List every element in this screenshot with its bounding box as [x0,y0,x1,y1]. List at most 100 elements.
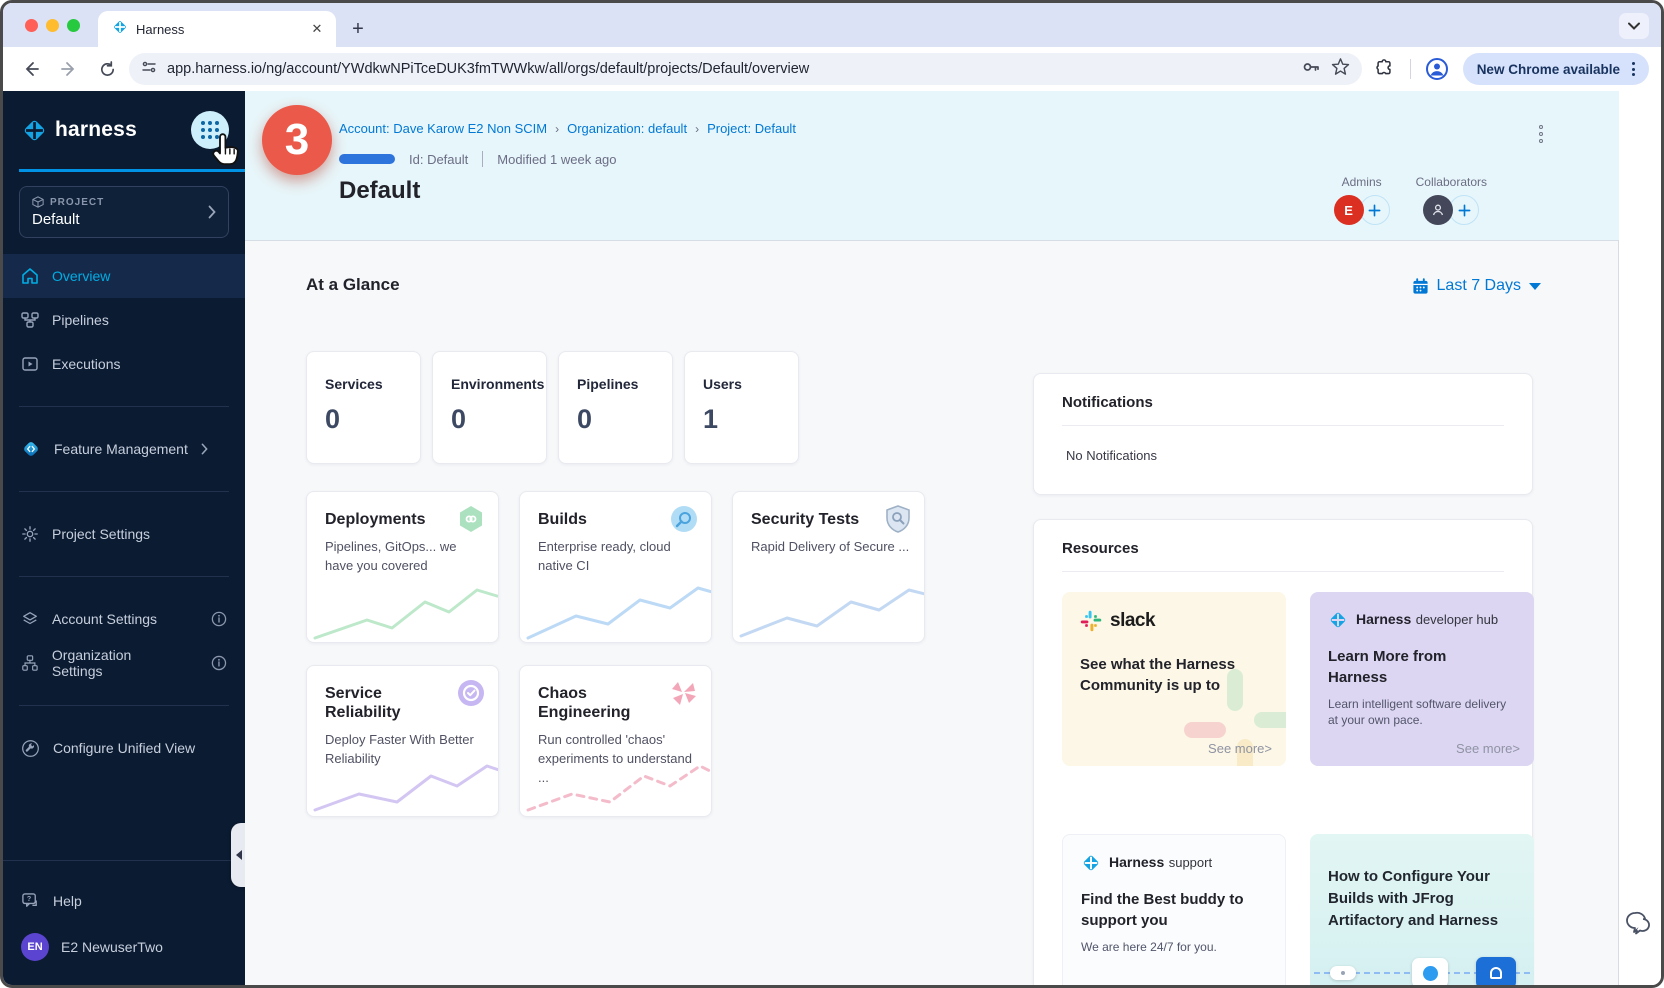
project-color-bar [339,154,395,164]
sidebar: harness PROJECT Default Overview [3,91,245,985]
module-card-service-reliability[interactable]: Service Reliability Deploy Faster With B… [306,665,499,817]
collaborator-avatar[interactable] [1423,195,1453,225]
url-text[interactable]: app.harness.io/ng/account/YWdkwNPiTceDUK… [167,61,1291,77]
notifications-title: Notifications [1034,374,1532,425]
page-header: Account: Dave Karow E2 Non SCIM › Organi… [245,91,1619,241]
sidebar-item-pipelines[interactable]: Pipelines [3,298,245,342]
sidebar-item-label: Configure Unified View [53,740,195,756]
sidebar-item-configure-unified-view[interactable]: Configure Unified View [3,726,245,770]
resource-card-developer-hub[interactable]: Harness developer hub Learn More from Ha… [1310,592,1534,766]
breadcrumb-project-link[interactable]: Project: Default [707,121,796,136]
module-title: Service Reliability [325,684,455,722]
see-more-link[interactable]: See more> [1456,741,1520,756]
sidebar-item-organization-settings[interactable]: Organization Settings [3,641,245,685]
page-options-kebab-icon[interactable] [1535,121,1547,147]
admin-avatar[interactable]: E [1334,195,1364,225]
zoom-window-button[interactable] [67,19,80,32]
site-info-icon[interactable] [141,59,157,80]
svg-text:?: ? [27,895,31,903]
chevron-right-icon [201,443,208,455]
chaos-engineering-icon [669,678,699,713]
deployments-route-graphic [307,572,499,642]
sidebar-footer: ? Help EN E2 NewuserTwo [3,860,245,985]
tab-title: Harness [136,22,300,37]
sidebar-divider [19,576,229,577]
sidebar-item-label: Pipelines [52,312,109,328]
password-key-icon[interactable] [1301,57,1321,82]
extensions-icon[interactable] [1368,53,1400,85]
resource-card-jfrog[interactable]: How to Configure Your Builds with JFrog … [1310,834,1534,985]
stat-label: Users [703,376,780,392]
profile-icon[interactable] [1421,53,1453,85]
slack-wordmark: slack [1110,610,1155,632]
new-chrome-available-button[interactable]: New Chrome available [1463,53,1649,85]
chrome-menu-icon[interactable] [1626,58,1641,80]
add-collaborator-button[interactable] [1449,195,1479,225]
collaborators-label: Collaborators [1416,175,1487,189]
stat-label: Pipelines [577,376,654,392]
resources-panel: Resources slack See what the Harness Com… [1033,519,1533,985]
sidebar-item-account-settings[interactable]: Account Settings [3,597,245,641]
info-icon[interactable] [211,655,227,671]
project-selector-value: Default [32,211,216,228]
bookmark-star-icon[interactable] [1331,57,1350,81]
resource-card-support[interactable]: Harness support Find the Best buddy to s… [1062,834,1286,985]
stat-card-environments[interactable]: Environments 0 [432,351,547,464]
breadcrumb-org-link[interactable]: Organization: default [567,121,687,136]
stat-card-pipelines[interactable]: Pipelines 0 [558,351,673,464]
harness-app: harness PROJECT Default Overview [3,91,1661,985]
minimize-window-button[interactable] [46,19,59,32]
date-range-picker[interactable]: Last 7 Days [1412,277,1541,295]
tab-close-icon[interactable]: ✕ [308,20,326,38]
module-card-security-tests[interactable]: Security Tests Rapid Delivery of Secure … [732,491,925,643]
sidebar-item-label: Project Settings [52,526,150,542]
add-admin-button[interactable] [1360,195,1390,225]
sidebar-user[interactable]: EN E2 NewuserTwo [3,923,245,971]
resource-heading: Find the Best buddy to support you [1081,889,1271,931]
module-card-deployments[interactable]: Deployments Pipelines, GitOps... we have… [306,491,499,643]
sidebar-item-overview[interactable]: Overview [3,254,245,298]
plus-icon [1368,204,1381,217]
sidebar-item-label: Executions [52,356,120,372]
browser-toolbar: app.harness.io/ng/account/YWdkwNPiTceDUK… [3,47,1661,91]
date-range-value: Last 7 Days [1437,277,1521,295]
browser-tab[interactable]: Harness ✕ [98,11,336,47]
sidebar-spacer [3,770,245,860]
back-icon[interactable] [15,53,47,85]
pipelines-icon [21,311,39,329]
pipeline-graphic [1310,956,1534,985]
module-card-builds[interactable]: Builds Enterprise ready, cloud native CI [519,491,712,643]
forward-icon[interactable] [53,53,85,85]
url-bar[interactable]: app.harness.io/ng/account/YWdkwNPiTceDUK… [129,53,1362,85]
harness-logo-text: harness [55,118,137,142]
resource-card-slack[interactable]: slack See what the Harness Community is … [1062,592,1286,766]
module-card-chaos-engineering[interactable]: Chaos Engineering Run controlled 'chaos'… [519,665,712,817]
stat-card-users[interactable]: Users 1 [684,351,799,464]
resource-heading: How to Configure Your Builds with JFrog … [1328,866,1513,931]
sidebar-item-executions[interactable]: Executions [3,342,245,386]
user-avatar[interactable]: EN [21,933,49,961]
chat-launcher-icon[interactable] [1623,910,1653,943]
sidebar-item-feature-management[interactable]: Feature Management [3,427,245,471]
brand-name: Harness [1356,611,1411,627]
service-reliability-icon [456,678,486,713]
project-id-label: Id: Default [409,152,468,167]
info-icon[interactable] [211,611,227,627]
sidebar-item-project-settings[interactable]: Project Settings [3,512,245,556]
harness-favicon [112,19,128,40]
page-title: Default [339,177,420,205]
project-selector[interactable]: PROJECT Default [19,186,229,238]
tab-search-chevron-icon[interactable] [1619,13,1649,39]
brand-suffix: support [1169,855,1212,870]
reload-icon[interactable] [91,53,123,85]
see-more-link[interactable]: See more> [1208,741,1272,756]
close-window-button[interactable] [25,19,38,32]
resource-body: We are here 24/7 for you. [1081,939,1267,955]
stat-card-services[interactable]: Services 0 [306,351,421,464]
breadcrumb-account-link[interactable]: Account: Dave Karow E2 Non SCIM [339,121,547,136]
new-tab-button[interactable]: + [344,15,372,43]
sidebar-divider [19,491,229,492]
glance-stats: Services 0 Environments 0 Pipelines 0 Us… [306,351,799,464]
sidebar-item-help[interactable]: ? Help [3,879,245,923]
sidebar-divider [19,705,229,706]
